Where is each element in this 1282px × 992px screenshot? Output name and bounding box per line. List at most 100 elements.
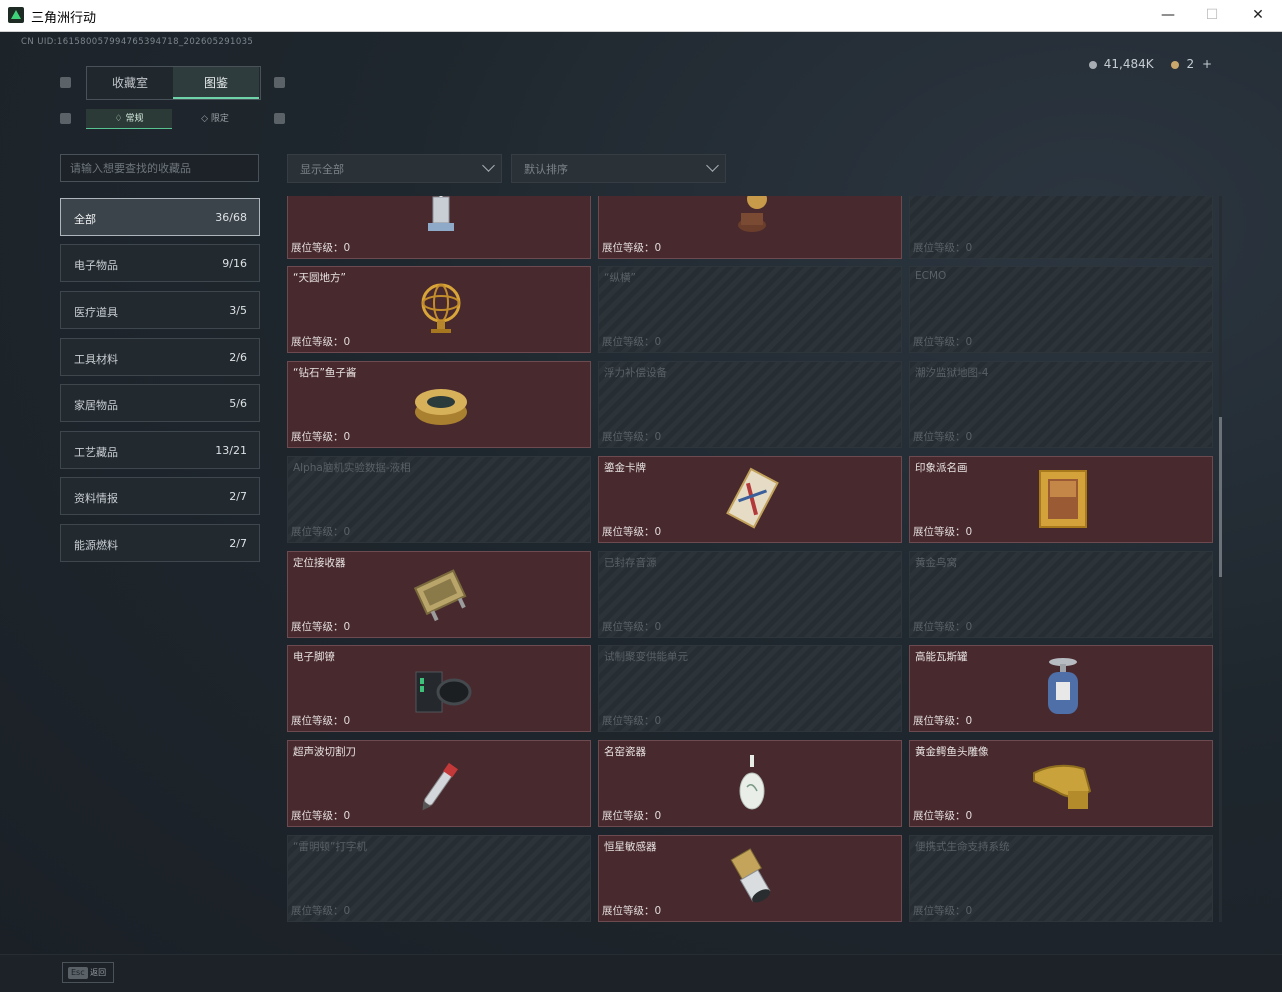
item-cell[interactable]: 潮汐监狱地图-4 展位等级：0 [909,361,1213,448]
show-filter-dropdown[interactable]: 显示全部 [287,154,502,183]
item-level: 展位等级：0 [291,526,351,538]
item-cell[interactable]: 黄金鸟窝 展位等级：0 [909,551,1213,638]
esc-key-label: Esc [68,967,88,979]
item-cell[interactable]: 展位等级：0 [909,196,1213,259]
category-crafts[interactable]: 工艺藏品 13/21 [60,431,260,469]
item-cell[interactable]: “雷明顿”打字机 展位等级：0 [287,835,591,922]
grid-scrollbar-thumb[interactable] [1219,417,1222,577]
main-tabs: 收藏室 图鉴 [86,66,261,100]
category-label: 资料情报 [74,492,118,505]
porcelain-vase-icon [739,755,765,810]
footer-bar [0,954,1282,992]
category-label: 全部 [74,213,96,226]
silver-coin-icon [1088,60,1097,69]
delta-logo-icon [8,7,24,23]
item-level: 展位等级：0 [602,336,662,348]
category-label: 家居物品 [74,399,118,412]
item-level: 展位等级：0 [913,526,973,538]
gas-canister-icon [1048,658,1078,714]
chevron-down-icon [482,159,495,172]
category-tools[interactable]: 工具材料 2/6 [60,338,260,376]
item-cell[interactable]: 电子脚镣 展位等级：0 [287,645,591,732]
item-cell[interactable]: 试制聚变供能单元 展位等级：0 [598,645,902,732]
prev-tab-key-icon [60,77,71,88]
category-count: 2/6 [229,351,247,364]
search-input[interactable]: 请输入想要查找的收藏品 [60,154,259,182]
item-cell[interactable]: 恒星敏感器 展位等级：0 [598,835,902,922]
minimize-button[interactable]: — [1145,0,1191,31]
item-name: 名窑瓷器 [604,746,646,758]
close-button[interactable]: ✕ [1235,0,1281,31]
category-count: 5/6 [229,397,247,410]
chevron-down-icon [706,159,719,172]
item-name: 电子脚镣 [293,651,335,663]
item-name: “纵横” [604,272,636,284]
category-medical[interactable]: 医疗道具 3/5 [60,291,260,329]
item-cell[interactable]: 已封存音源 展位等级：0 [598,551,902,638]
item-level: 展位等级：0 [602,431,662,443]
category-label: 工艺藏品 [74,446,118,459]
gilded-card-icon [726,467,779,529]
item-cell[interactable]: ECMO 展位等级：0 [909,266,1213,353]
category-label: 医疗道具 [74,306,118,319]
item-cell[interactable]: “纵横” 展位等级：0 [598,266,902,353]
item-cell[interactable]: 展位等级：0 [598,196,902,259]
item-level: 展位等级：0 [291,431,351,443]
star-sensor-icon [730,848,771,903]
add-currency-button[interactable]: + [1202,57,1212,71]
back-label: 返回 [90,968,107,977]
prev-subtab-key-icon [60,113,71,124]
category-count: 2/7 [229,537,247,550]
sort-dropdown[interactable]: 默认排序 [511,154,726,183]
item-level: 展位等级：0 [602,242,662,254]
caviar-tin-icon [415,389,467,425]
ankle-monitor-icon [415,671,472,713]
item-cell[interactable]: 黄金鳄鱼头雕像 展位等级：0 [909,740,1213,827]
item-cell[interactable]: 浮力补偿设备 展位等级：0 [598,361,902,448]
item-level: 展位等级：0 [291,242,351,254]
item-cell[interactable]: 超声波切割刀 展位等级：0 [287,740,591,827]
category-label: 电子物品 [74,259,118,272]
back-button[interactable]: Esc 返回 [62,962,114,983]
item-name: 已封存音源 [604,557,657,569]
subtab-regular-label: 常规 [125,114,144,124]
item-level: 展位等级：0 [291,621,351,633]
category-count: 2/7 [229,490,247,503]
item-level: 展位等级：0 [913,336,973,348]
regular-icon: ♢ [114,114,126,124]
item-level: 展位等级：0 [913,431,973,443]
item-cell[interactable]: “钻石”鱼子酱 展位等级：0 [287,361,591,448]
item-cell[interactable]: Alpha脑机实验数据-液相 展位等级：0 [287,456,591,543]
item-level: 展位等级：0 [602,905,662,917]
item-cell[interactable]: 便携式生命支持系统 展位等级：0 [909,835,1213,922]
gold-coin-icon [1171,60,1180,69]
positioning-receiver-icon [413,569,467,622]
subtab-limited-label: 限定 [210,114,229,124]
category-intel[interactable]: 资料情报 2/7 [60,477,260,515]
robot-arm-icon [428,196,454,231]
item-cell[interactable]: 印象派名画 展位等级：0 [909,456,1213,543]
item-cell[interactable]: 定位接收器 展位等级：0 [287,551,591,638]
item-name: 潮汐监狱地图-4 [915,367,989,379]
tab-catalog[interactable]: 图鉴 [173,67,259,99]
item-name: “天圆地方” [293,272,346,284]
subtab-limited[interactable]: ◇ 限定 [172,109,258,129]
category-count: 9/16 [222,257,247,270]
silver-amount: 41,484K [1103,57,1154,71]
item-cell[interactable]: 名窑瓷器 展位等级：0 [598,740,902,827]
category-household[interactable]: 家居物品 5/6 [60,384,260,422]
gold-amount: 2 [1186,57,1195,71]
maximize-button[interactable]: ☐ [1189,0,1235,31]
player-uid: CN UID:1615800579947653947​18_2026052910… [21,37,254,47]
category-energy[interactable]: 能源燃料 2/7 [60,524,260,562]
category-electronics[interactable]: 电子物品 9/16 [60,244,260,282]
sort-value: 默认排序 [524,163,568,176]
item-cell[interactable]: 鎏金卡牌 展位等级：0 [598,456,902,543]
item-level: 展位等级：0 [291,810,351,822]
tab-collection-room[interactable]: 收藏室 [87,67,173,99]
item-cell[interactable]: “天圆地方” 展位等级：0 [287,266,591,353]
item-cell[interactable]: 展位等级：0 [287,196,591,259]
item-cell[interactable]: 高能瓦斯罐 展位等级：0 [909,645,1213,732]
subtab-regular[interactable]: ♢ 常规 [86,109,172,129]
category-all[interactable]: 全部 36/68 [60,198,260,236]
